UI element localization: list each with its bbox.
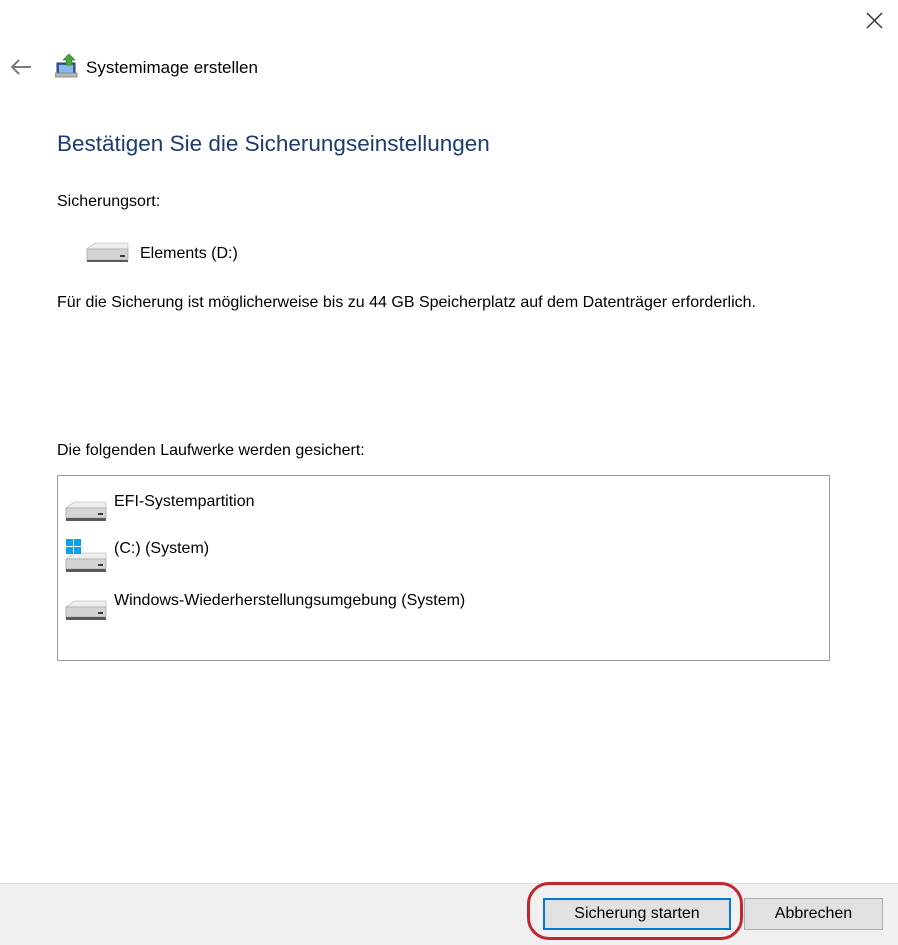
close-button[interactable] — [858, 6, 890, 36]
drive-icon — [84, 240, 130, 266]
page-heading: Bestätigen Sie die Sicherungseinstellung… — [57, 131, 490, 156]
back-arrow-icon — [10, 59, 31, 75]
drive-label: (C:) (System) — [114, 540, 210, 557]
drives-list: EFI-Systempartition (C:) (System) Window… — [57, 475, 830, 661]
backup-location-label: Sicherungsort: — [57, 193, 161, 210]
windows-logo-icon — [66, 539, 81, 554]
back-button[interactable] — [8, 54, 36, 80]
space-requirement-note: Für die Sicherung ist möglicherweise bis… — [57, 294, 756, 311]
backup-app-icon — [54, 53, 79, 79]
drive-icon — [64, 600, 107, 620]
drive-label: Windows-Wiederherstellungsumgebung (Syst… — [114, 592, 466, 609]
cancel-button[interactable]: Abbrechen — [744, 898, 883, 930]
drive-label: EFI-Systempartition — [114, 493, 255, 510]
close-icon — [866, 12, 883, 29]
backup-location-name: Elements (D:) — [140, 245, 238, 262]
start-backup-button[interactable]: Sicherung starten — [543, 898, 731, 930]
drives-list-label: Die folgenden Laufwerke werden gesichert… — [57, 442, 365, 459]
window-title: Systemimage erstellen — [86, 58, 258, 77]
drive-icon — [64, 501, 107, 521]
